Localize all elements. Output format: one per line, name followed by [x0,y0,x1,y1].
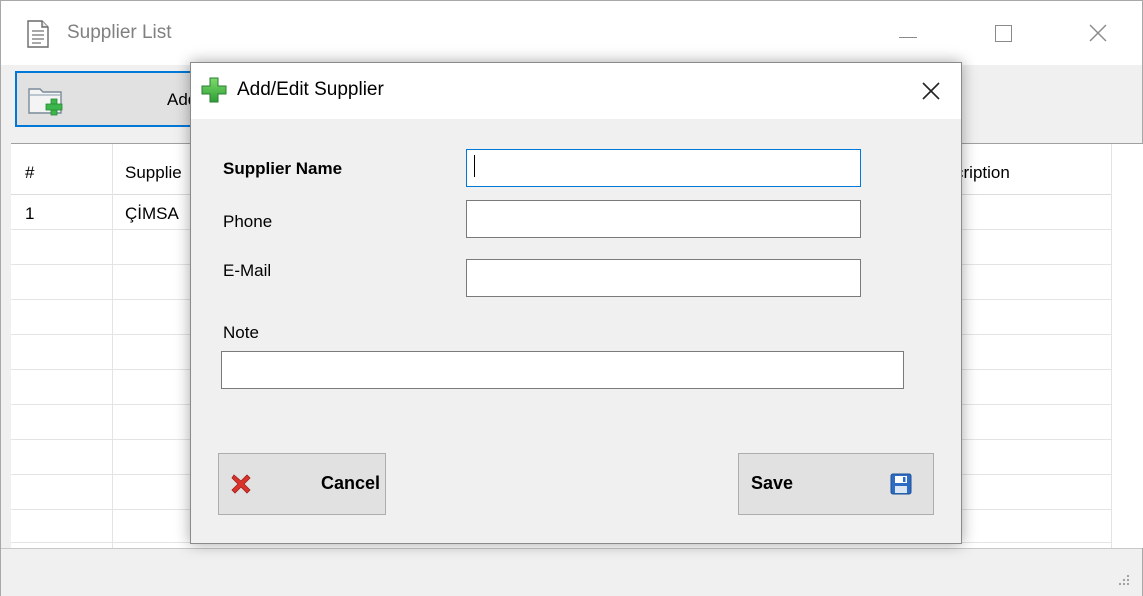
window-title: Supplier List [67,22,172,43]
phone-input[interactable] [466,200,861,238]
folder-add-icon [27,83,67,117]
cancel-x-icon [231,474,251,494]
row-number-cell[interactable]: 1 [25,204,34,224]
email-input[interactable] [466,259,861,297]
maximize-icon [994,24,1012,42]
floppy-disk-icon [890,473,912,495]
cancel-button-label: Cancel [321,473,381,493]
column-header-supplier[interactable]: Supplie [125,163,182,183]
grid-column-divider [112,144,113,548]
column-header-number[interactable]: # [25,163,34,183]
supplier-name-label: Supplier Name [223,159,343,178]
supplier-name-input[interactable] [466,149,861,187]
add-supplier-button[interactable]: Add [15,71,215,127]
dialog-titlebar: Add/Edit Supplier [191,63,961,119]
add-edit-supplier-dialog: Add/Edit Supplier Supplier Name Phone E-… [190,62,962,544]
save-button[interactable]: Save [738,453,934,515]
close-icon [922,82,940,100]
document-icon [25,20,51,48]
close-icon [1089,24,1107,42]
cancel-button[interactable]: Cancel [218,453,386,515]
phone-label: Phone [223,212,273,231]
minimize-button[interactable] [884,11,932,55]
text-caret [474,155,475,177]
note-label: Note [223,323,259,342]
window-close-button[interactable] [1074,11,1122,55]
column-header-description[interactable]: cription [955,163,1010,183]
minimize-icon [899,36,917,38]
supplier-name-cell[interactable]: ÇİMSA [125,204,179,224]
plus-icon [201,77,227,103]
grid-column-divider [1111,144,1112,548]
save-button-label: Save [751,473,794,493]
dialog-close-button[interactable] [913,73,949,109]
status-bar [1,548,1142,596]
maximize-button[interactable] [979,11,1027,55]
note-input[interactable] [221,351,904,389]
email-label: E-Mail [223,261,272,280]
window-titlebar: Supplier List [1,1,1142,65]
resize-grip-icon[interactable] [1116,572,1130,586]
dialog-title: Add/Edit Supplier [237,79,384,100]
